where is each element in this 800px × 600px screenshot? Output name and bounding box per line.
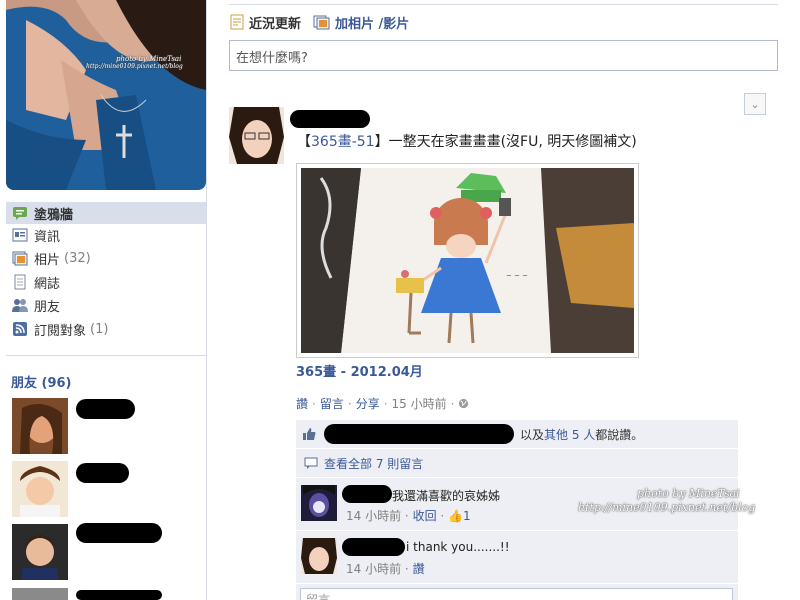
commenter-avatar[interactable] bbox=[301, 538, 337, 574]
post-photo[interactable]: ~ ~ ~ bbox=[296, 163, 639, 358]
tab-status-update[interactable]: 近況更新 bbox=[229, 13, 301, 32]
friend-avatar[interactable] bbox=[12, 524, 68, 580]
composer-tabs: 近況更新 加相片 /影片 bbox=[229, 10, 421, 34]
comment-time[interactable]: 14 小時前 bbox=[346, 509, 401, 523]
post-text-prefix: 【 bbox=[297, 134, 311, 150]
post-tag-link[interactable]: 365畫-51 bbox=[311, 134, 375, 150]
comment-link[interactable]: 留言 bbox=[320, 395, 344, 412]
sidebar-item-subscriptions[interactable]: 訂閱對象 (1) bbox=[6, 318, 206, 340]
friend-name-redacted[interactable] bbox=[76, 590, 162, 600]
left-column: photo by MineTsai http://mine0109.pixnet… bbox=[0, 0, 207, 600]
comment-unlike-link[interactable]: 收回 bbox=[413, 509, 437, 523]
divider bbox=[6, 355, 206, 356]
post-actions: 讚 · 留言 · 分享 · 15 小時前 · bbox=[296, 395, 469, 412]
comment-text: i thank you.......!! bbox=[406, 540, 510, 554]
friends-section-title[interactable]: 朋友 (96) bbox=[11, 372, 72, 391]
svg-text:~ ~ ~: ~ ~ ~ bbox=[506, 272, 528, 280]
commenter-avatar[interactable] bbox=[301, 485, 337, 521]
friend-name-redacted[interactable] bbox=[76, 399, 135, 419]
status-input[interactable]: 在想什麼嗎? bbox=[229, 40, 778, 71]
subscriptions-icon bbox=[13, 322, 27, 336]
friend-avatar[interactable] bbox=[12, 588, 68, 600]
friend-name-redacted[interactable] bbox=[76, 523, 162, 543]
likes-others-link[interactable]: 其他 5 人 bbox=[544, 426, 595, 443]
tab-add-photo[interactable]: 加相片 /影片 bbox=[313, 13, 409, 32]
post-author-avatar[interactable] bbox=[229, 107, 284, 164]
liker-names-redacted[interactable] bbox=[324, 424, 514, 444]
sidebar-item-label: 塗鴉牆 bbox=[34, 207, 74, 223]
comment-icon bbox=[304, 457, 318, 469]
comment-like-link[interactable]: 讚 bbox=[413, 562, 425, 576]
photo-watermark: photo by MineTsai bbox=[637, 487, 740, 500]
friend-avatar[interactable] bbox=[12, 461, 68, 517]
comment-time[interactable]: 14 小時前 bbox=[346, 562, 401, 576]
post-timestamp[interactable]: 15 小時前 bbox=[392, 395, 447, 412]
wall-icon bbox=[13, 207, 27, 220]
post-options-button[interactable]: ⌄ bbox=[744, 93, 766, 115]
comment-meta: 14 小時前 · 收回 · 👍1 bbox=[346, 509, 471, 523]
status-icon bbox=[230, 14, 244, 30]
sidebar-item-label: 相片 bbox=[34, 252, 61, 268]
comment-meta: 14 小時前 · 讚 bbox=[346, 562, 425, 576]
friends-icon bbox=[12, 299, 28, 312]
view-all-label: 查看全部 7 則留言 bbox=[324, 457, 424, 471]
sidebar-item-friends[interactable]: 朋友 bbox=[6, 294, 206, 316]
friend-name-redacted[interactable] bbox=[76, 463, 129, 483]
globe-icon[interactable] bbox=[458, 398, 469, 409]
separator: · bbox=[383, 396, 388, 411]
comment-input[interactable]: 留言…… bbox=[300, 588, 733, 600]
tab-label: 近況更新 bbox=[249, 16, 302, 32]
post-text: 【365畫-51】一整天在家畫畫畫(沒FU, 明天修圖補文) bbox=[297, 131, 637, 151]
sidebar-item-notes[interactable]: 網誌 bbox=[6, 271, 206, 293]
photo-icon bbox=[313, 15, 330, 30]
info-icon bbox=[12, 228, 28, 242]
top-divider bbox=[229, 4, 778, 5]
thumbs-up-icon bbox=[303, 428, 316, 440]
post-author-name-redacted[interactable] bbox=[290, 110, 370, 128]
sidebar-item-label: 朋友 bbox=[34, 299, 61, 315]
sidebar-item-info[interactable]: 資訊 bbox=[6, 224, 206, 246]
profile-watermark: photo by MineTsai bbox=[116, 55, 182, 63]
separator: · bbox=[312, 396, 316, 411]
likes-row: 以及 其他 5 人 都說讚。 bbox=[296, 420, 738, 449]
commenter-name-redacted[interactable] bbox=[342, 538, 405, 556]
profile-picture[interactable]: photo by MineTsai http://mine0109.pixnet… bbox=[6, 0, 206, 190]
commenter-name-redacted[interactable] bbox=[342, 485, 392, 503]
photos-icon bbox=[12, 251, 28, 266]
album-link[interactable]: 365畫 - 2012.04月 bbox=[296, 361, 423, 380]
comment-text: 我還滿喜歡的哀姊姊 bbox=[392, 489, 501, 503]
sidebar-item-label: 資訊 bbox=[34, 229, 61, 245]
sidebar-item-label: 網誌 bbox=[34, 276, 61, 292]
comment-item: i thank you.......!! 14 小時前 · 讚 bbox=[296, 532, 738, 584]
profile-watermark-url: http://mine0109.pixnet.net/blog bbox=[86, 63, 183, 70]
like-link[interactable]: 讚 bbox=[296, 395, 308, 412]
view-all-comments[interactable]: 查看全部 7 則留言 bbox=[296, 450, 738, 478]
friend-avatar[interactable] bbox=[12, 398, 68, 454]
chevron-down-icon: ⌄ bbox=[750, 97, 760, 111]
sidebar-item-count: (32) bbox=[64, 250, 91, 266]
sidebar-item-photos[interactable]: 相片 (32) bbox=[6, 247, 206, 269]
sidebar-item-count: (1) bbox=[90, 321, 109, 337]
photo-watermark-url: http://mine0109.pixnet.net/blog bbox=[578, 501, 756, 514]
sidebar-item-label: 訂閱對象 bbox=[34, 323, 87, 339]
thumbs-up-icon: 👍 bbox=[448, 509, 463, 523]
post-text-suffix: 】一整天在家畫畫畫(沒FU, 明天修圖補文) bbox=[374, 134, 637, 150]
likes-suffix: 都說讚。 bbox=[595, 427, 644, 442]
comment-like-count[interactable]: 👍1 bbox=[448, 509, 471, 523]
likes-and: 以及 bbox=[520, 427, 545, 442]
separator: · bbox=[450, 396, 455, 411]
sidebar-item-wall[interactable]: 塗鴉牆 bbox=[6, 202, 206, 224]
notes-icon bbox=[14, 274, 26, 290]
separator: · bbox=[347, 396, 352, 411]
share-link[interactable]: 分享 bbox=[356, 395, 380, 412]
tab-label: 加相片 /影片 bbox=[335, 16, 410, 32]
